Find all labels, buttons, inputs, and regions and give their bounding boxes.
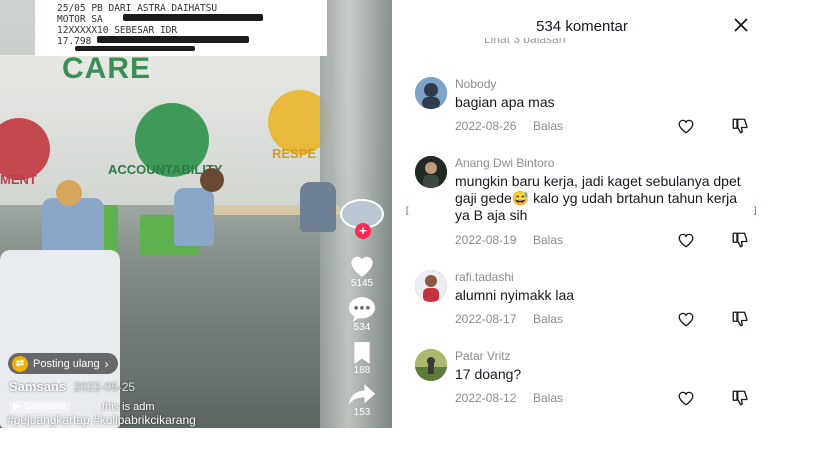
share-action[interactable]: 153 (340, 383, 384, 418)
redaction-mark (75, 46, 195, 51)
heart-outline-icon[interactable] (677, 389, 695, 407)
comment-username[interactable]: Anang Dwi Bintoro (455, 156, 554, 170)
avatar-image (415, 270, 447, 302)
heart-outline-icon[interactable] (677, 231, 695, 249)
comment-date: 2022-08-17 (455, 312, 517, 326)
repost-label: Posting ulang (33, 357, 100, 370)
author-name[interactable]: Samsans 2022-05-25 (9, 379, 135, 394)
close-button[interactable] (730, 14, 752, 36)
author-username: Samsans (9, 379, 67, 394)
comment-text: 17 doang? (455, 366, 522, 382)
comment-date: 2022-08-12 (455, 391, 517, 405)
comment-bubble-icon (349, 297, 375, 322)
edge-marker: ] (754, 205, 757, 215)
reply-button[interactable]: Balas (533, 312, 563, 326)
hashtags[interactable]: #pejuangkartap #kulipabrikcikarang (7, 413, 196, 427)
person-head (56, 180, 82, 206)
person (300, 182, 336, 232)
comment-username[interactable]: Patar Vritz (455, 349, 511, 363)
comment-date: 2022-08-19 (455, 233, 517, 247)
chevron-right-icon: › (104, 356, 109, 371)
dislike-icon[interactable] (731, 117, 749, 135)
avatar[interactable] (415, 156, 447, 188)
redaction-mark (123, 14, 263, 21)
save-action[interactable]: 188 (340, 341, 384, 376)
comment-action[interactable]: 534 (340, 296, 384, 333)
wall-logo: CARE (62, 52, 152, 85)
dislike-icon[interactable] (731, 231, 749, 249)
dislike-icon[interactable] (731, 310, 749, 328)
like-action[interactable]: 5145 (340, 252, 384, 289)
video-date: 2022-05-25 (73, 380, 136, 394)
edge-marker: [ (406, 205, 409, 215)
close-icon (734, 18, 748, 32)
comment-username[interactable]: Nobody (455, 77, 496, 91)
reply-button[interactable]: Balas (533, 233, 563, 247)
note-line-1: 25/05 PB DARI ASTRA DAIHATSU (57, 3, 218, 14)
bank-note-overlay: 25/05 PB DARI ASTRA DAIHATSU MOTOR SA 12… (35, 0, 327, 56)
reply-button[interactable]: Balas (533, 119, 563, 133)
person-head (200, 168, 224, 192)
repost-icon: ⇄ (12, 355, 28, 372)
comment-date: 2022-08-26 (455, 119, 517, 133)
comment-username[interactable]: rafi.tadashi (455, 270, 514, 284)
repost-button[interactable]: ⇄ Posting ulang › (8, 353, 118, 374)
comments-panel: Lihat 3 balasan 534 komentar Nobody bagi… (392, 0, 819, 460)
share-arrow-icon (348, 384, 376, 406)
avatar-image (415, 349, 447, 381)
bookmark-icon (354, 342, 370, 364)
avatar-image (415, 156, 447, 188)
comment-count: 534 (353, 322, 371, 333)
reply-button[interactable]: Balas (533, 391, 563, 405)
comments-title: 534 komentar (536, 18, 628, 35)
avatar[interactable] (415, 270, 447, 302)
sound-text: this is adm (102, 401, 155, 413)
comment-text: alumni nyimakk laa (455, 287, 575, 303)
avatar[interactable] (415, 349, 447, 381)
note-line-3: 12XXXXX10 SEBESAR IDR (57, 25, 178, 36)
avatar[interactable] (415, 77, 447, 109)
wall-word-respect: RESPE (272, 146, 317, 161)
redaction-mark (97, 36, 249, 43)
view-replies-link[interactable]: Lihat 3 balasan (484, 38, 565, 48)
dislike-icon[interactable] (731, 389, 749, 407)
avatar-image (415, 77, 447, 109)
follow-plus-icon[interactable]: + (355, 223, 371, 239)
person (42, 198, 104, 258)
like-count: 5145 (350, 278, 374, 289)
heart-icon (351, 256, 373, 277)
heart-outline-icon[interactable] (677, 117, 695, 135)
share-count: 153 (353, 407, 371, 418)
comment-text: bagian apa mas (455, 94, 555, 110)
person (174, 188, 214, 246)
comment-text: mungkin baru kerja, jadi kaget sebulanya… (455, 173, 741, 223)
save-count: 188 (353, 365, 371, 376)
sound-chip[interactable]: ▶ Samastra (9, 401, 71, 413)
video-player[interactable]: CARE ACCOUNTABILITY RESPE MENT 25/05 PB … (0, 0, 392, 428)
wall-word-ment: MENT (0, 172, 37, 187)
heart-outline-icon[interactable] (677, 310, 695, 328)
